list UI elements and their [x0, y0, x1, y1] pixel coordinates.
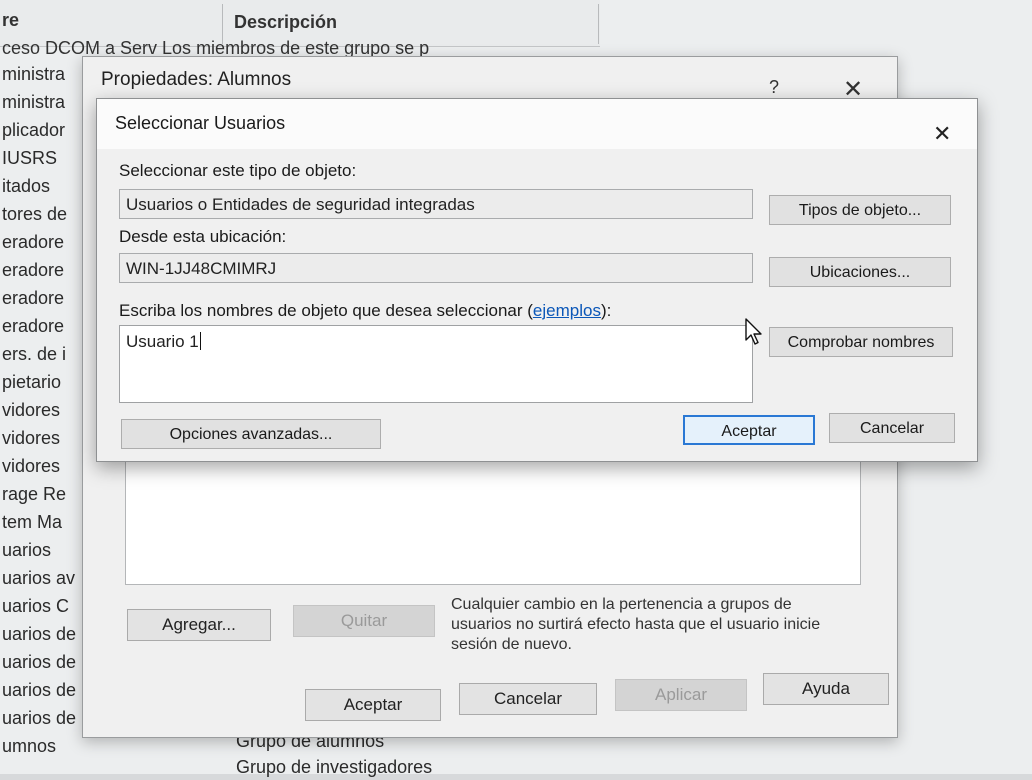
list-item[interactable]: plicador: [0, 116, 84, 144]
object-names-label: Escriba los nombres de objeto que desea …: [119, 301, 611, 321]
list-item[interactable]: tores de: [0, 200, 84, 228]
list-item[interactable]: uarios de: [0, 648, 84, 676]
mouse-pointer-icon: [745, 318, 762, 345]
apply-button[interactable]: Aplicar: [615, 679, 747, 711]
ok-button[interactable]: Aceptar: [683, 415, 815, 445]
list-item[interactable]: itados: [0, 172, 84, 200]
list-item[interactable]: uarios av: [0, 564, 84, 592]
list-item[interactable]: Grupo de investigadores: [236, 754, 432, 780]
list-item[interactable]: uarios: [0, 536, 84, 564]
examples-link[interactable]: ejemplos: [533, 301, 601, 320]
add-button[interactable]: Agregar...: [127, 609, 271, 641]
remove-button[interactable]: Quitar: [293, 605, 435, 637]
list-item[interactable]: rage Re: [0, 480, 84, 508]
object-names-value: Usuario 1: [126, 332, 199, 351]
object-type-label: Seleccionar este tipo de objeto:: [119, 161, 357, 180]
list-item[interactable]: ceso DCOM a Serv Los miembros de este gr…: [2, 38, 562, 56]
list-item[interactable]: uarios de: [0, 704, 84, 732]
list-item[interactable]: ministra: [0, 88, 84, 116]
membership-note: Cualquier cambio en la pertenencia a gru…: [451, 596, 821, 653]
help-button[interactable]: Ayuda: [763, 673, 889, 705]
object-names-input[interactable]: Usuario 1: [119, 325, 753, 403]
list-item[interactable]: uarios de: [0, 676, 84, 704]
dialog-titlebar[interactable]: Seleccionar Usuarios ✕: [97, 99, 977, 149]
column-divider[interactable]: [598, 4, 599, 44]
help-icon[interactable]: ?: [769, 77, 779, 98]
list-item[interactable]: eradore: [0, 228, 84, 256]
list-item[interactable]: ministra: [0, 60, 84, 88]
object-names-label-suffix: ):: [600, 301, 612, 320]
dialog-title: Seleccionar Usuarios: [115, 113, 286, 133]
list-item[interactable]: eradore: [0, 256, 84, 284]
list-item[interactable]: vidores: [0, 424, 84, 452]
locations-button[interactable]: Ubicaciones...: [769, 257, 951, 287]
object-type-field: Usuarios o Entidades de seguridad integr…: [119, 189, 753, 219]
close-icon[interactable]: ✕: [933, 121, 951, 147]
object-names-label-prefix: Escriba los nombres de objeto que desea …: [119, 301, 533, 320]
text-caret: [199, 332, 201, 350]
list-item[interactable]: eradore: [0, 312, 84, 340]
list-item[interactable]: uarios de: [0, 620, 84, 648]
list-item[interactable]: ers. de i: [0, 340, 84, 368]
select-users-dialog: Seleccionar Usuarios ✕ Seleccionar este …: [96, 98, 978, 462]
list-item[interactable]: vidores: [0, 452, 84, 480]
list-item[interactable]: vidores: [0, 396, 84, 424]
location-label: Desde esta ubicación:: [119, 227, 287, 246]
cancel-button[interactable]: Cancelar: [459, 683, 597, 715]
list-item[interactable]: uarios C: [0, 592, 84, 620]
cancel-button[interactable]: Cancelar: [829, 413, 955, 443]
ok-button[interactable]: Aceptar: [305, 689, 441, 721]
advanced-options-button[interactable]: Opciones avanzadas...: [121, 419, 381, 449]
group-name-list: ministra ministra plicador IUSRS itados …: [0, 60, 84, 760]
members-listbox[interactable]: [125, 457, 861, 585]
list-item[interactable]: IUSRS: [0, 144, 84, 172]
list-item[interactable]: umnos: [0, 732, 84, 760]
list-item[interactable]: pietario: [0, 368, 84, 396]
check-names-button[interactable]: Comprobar nombres: [769, 327, 953, 357]
window-title: Propiedades: Alumnos: [101, 69, 292, 90]
object-types-button[interactable]: Tipos de objeto...: [769, 195, 951, 225]
column-header-name[interactable]: re: [2, 10, 19, 31]
location-field: WIN-1JJ48CMIMRJ: [119, 253, 753, 283]
column-header-description[interactable]: Descripción: [234, 12, 337, 33]
list-item[interactable]: eradore: [0, 284, 84, 312]
list-item[interactable]: tem Ma: [0, 508, 84, 536]
